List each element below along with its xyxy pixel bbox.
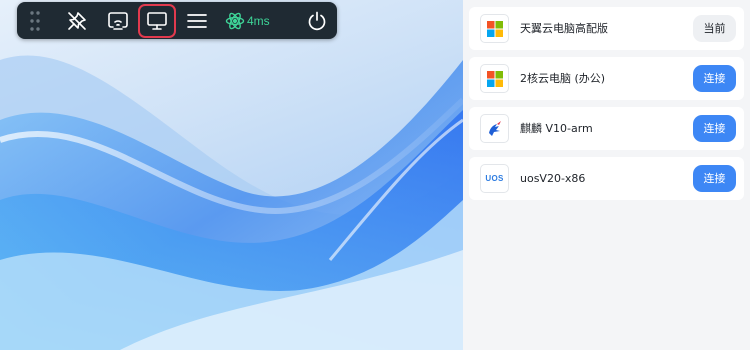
cloud-pc-name: uosV20-x86 xyxy=(520,172,586,185)
monitor-icon[interactable] xyxy=(138,4,176,38)
uos-logo-icon: UOS xyxy=(480,164,509,193)
kylin-logo-icon xyxy=(480,114,509,143)
latency-value: 4ms xyxy=(247,13,270,28)
pin-icon[interactable] xyxy=(62,2,92,39)
wallpaper xyxy=(0,55,463,350)
connect-button[interactable]: 连接 xyxy=(693,65,736,92)
latency-indicator[interactable]: 4ms xyxy=(225,2,275,39)
cloud-pc-card: 麒麟 V10-arm 连接 xyxy=(469,107,744,150)
current-button[interactable]: 当前 xyxy=(693,15,736,42)
cloud-pc-card: 2核云电脑 (办公) 连接 xyxy=(469,57,744,100)
cloud-pc-name: 天翼云电脑高配版 xyxy=(520,22,608,35)
cloud-pc-name: 麒麟 V10-arm xyxy=(520,122,593,135)
cloud-pc-card: 天翼云电脑高配版 当前 xyxy=(469,7,744,50)
windows-logo-icon xyxy=(480,64,509,93)
cloud-pc-name: 2核云电脑 (办公) xyxy=(520,72,606,85)
cloud-desktop-screen[interactable]: 4ms xyxy=(0,0,463,350)
cast-screen-icon[interactable] xyxy=(103,2,133,39)
menu-icon[interactable] xyxy=(182,2,212,39)
cloud-pc-card: UOS uosV20-x86 连接 xyxy=(469,157,744,200)
cloud-pc-list-panel: 天翼云电脑高配版 当前 2核云电脑 (办公) 连接 麒麟 V10-arm 连接 xyxy=(463,0,750,350)
power-icon[interactable] xyxy=(302,2,332,39)
latency-icon xyxy=(225,12,245,29)
drag-grip-icon[interactable] xyxy=(27,2,43,39)
connect-button[interactable]: 连接 xyxy=(693,165,736,192)
windows-logo-icon xyxy=(480,14,509,43)
floating-toolbar: 4ms xyxy=(17,2,337,39)
connect-button[interactable]: 连接 xyxy=(693,115,736,142)
